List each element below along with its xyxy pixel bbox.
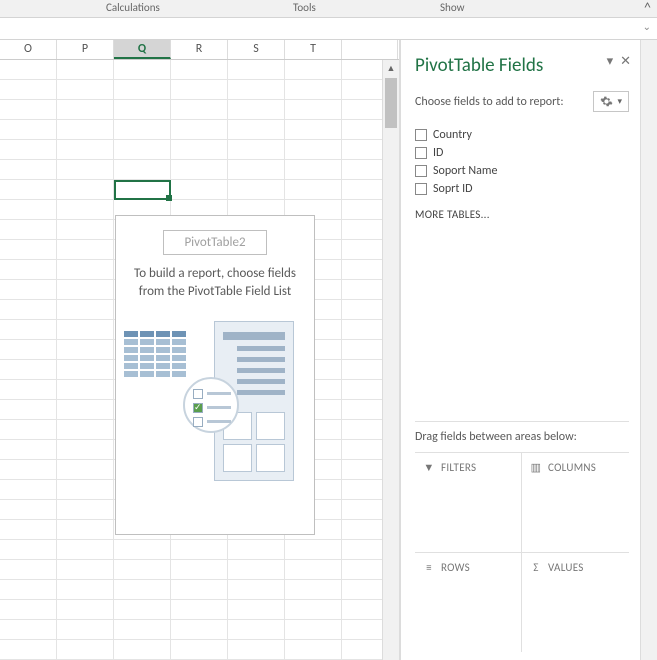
scrollbar-thumb[interactable] <box>385 78 397 128</box>
more-tables-link[interactable]: MORE TABLES... <box>415 208 629 221</box>
field-list: Country ID Soport Name Soprt ID <box>415 126 629 198</box>
area-rows[interactable]: ≡ ROWS <box>415 553 522 653</box>
drag-fields-label: Drag fields between areas below: <box>415 421 629 444</box>
pane-close-icon[interactable]: ✕ <box>620 54 631 69</box>
field-item-id[interactable]: ID <box>415 144 629 162</box>
values-icon: Σ <box>530 561 542 574</box>
area-values-label: VALUES <box>548 561 584 574</box>
area-columns-label: COLUMNS <box>548 461 596 474</box>
field-item-soport-name[interactable]: Soport Name <box>415 162 629 180</box>
rows-icon: ≡ <box>423 561 435 574</box>
column-headers: O P Q R S T <box>0 40 399 60</box>
formula-bar-expand-icon[interactable]: ⌄ <box>643 20 651 33</box>
column-header-blank[interactable] <box>342 40 398 59</box>
pane-dropdown-icon[interactable]: ▾ <box>607 54 614 69</box>
pivot-placeholder[interactable]: PivotTable2 To build a report, choose fi… <box>115 215 315 535</box>
formula-bar[interactable]: ⌄ <box>0 18 657 40</box>
checkbox-icon[interactable] <box>415 183 427 195</box>
field-label: Country <box>433 128 472 142</box>
fields-layout-button[interactable]: ▾ <box>593 91 629 112</box>
ribbon-group-labels: Calculations Tools Show ^ <box>0 0 657 18</box>
area-filters[interactable]: ▼ FILTERS <box>415 453 522 553</box>
column-header-S[interactable]: S <box>228 40 285 59</box>
worksheet-grid[interactable]: O P Q R S T <box>0 40 400 660</box>
columns-icon: ▥ <box>530 461 542 474</box>
column-header-O[interactable]: O <box>0 40 57 59</box>
column-header-P[interactable]: P <box>57 40 114 59</box>
ribbon-group-calculations: Calculations <box>106 1 160 14</box>
pane-title: PivotTable Fields <box>415 54 629 77</box>
column-header-Q[interactable]: Q <box>114 40 171 59</box>
ribbon-group-tools: Tools <box>293 1 316 14</box>
checkbox-icon[interactable] <box>415 129 427 141</box>
checkbox-icon[interactable] <box>415 147 427 159</box>
field-label: Soport Name <box>433 164 497 178</box>
gear-icon <box>600 95 613 108</box>
pivot-placeholder-illustration <box>128 327 302 487</box>
pivot-placeholder-message: To build a report, choose fields from th… <box>128 265 302 301</box>
grid-vertical-scrollbar[interactable]: ▲ <box>382 60 399 660</box>
column-header-T[interactable]: T <box>285 40 342 59</box>
pivot-placeholder-title: PivotTable2 <box>163 230 266 255</box>
field-item-soprt-id[interactable]: Soprt ID <box>415 180 629 198</box>
ribbon-collapse-icon[interactable]: ^ <box>644 0 651 16</box>
field-label: ID <box>433 146 443 160</box>
column-header-R[interactable]: R <box>171 40 228 59</box>
chevron-down-icon: ▾ <box>617 96 622 107</box>
scroll-up-icon[interactable]: ▲ <box>383 60 399 77</box>
area-values[interactable]: Σ VALUES <box>522 553 629 653</box>
area-filters-label: FILTERS <box>441 461 476 474</box>
filter-icon: ▼ <box>423 461 435 474</box>
area-rows-label: ROWS <box>441 561 470 574</box>
field-item-country[interactable]: Country <box>415 126 629 144</box>
pivottable-fields-pane: ▾ ✕ PivotTable Fields Choose fields to a… <box>400 40 657 660</box>
field-label: Soprt ID <box>433 182 472 196</box>
area-columns[interactable]: ▥ COLUMNS <box>522 453 629 553</box>
pane-vertical-scrollbar[interactable] <box>640 40 657 660</box>
checkbox-icon[interactable] <box>415 165 427 177</box>
ribbon-group-show: Show <box>440 1 464 14</box>
choose-fields-label: Choose fields to add to report: <box>415 95 564 109</box>
pivot-areas: ▼ FILTERS ▥ COLUMNS ≡ ROWS Σ VALUES <box>415 452 629 652</box>
